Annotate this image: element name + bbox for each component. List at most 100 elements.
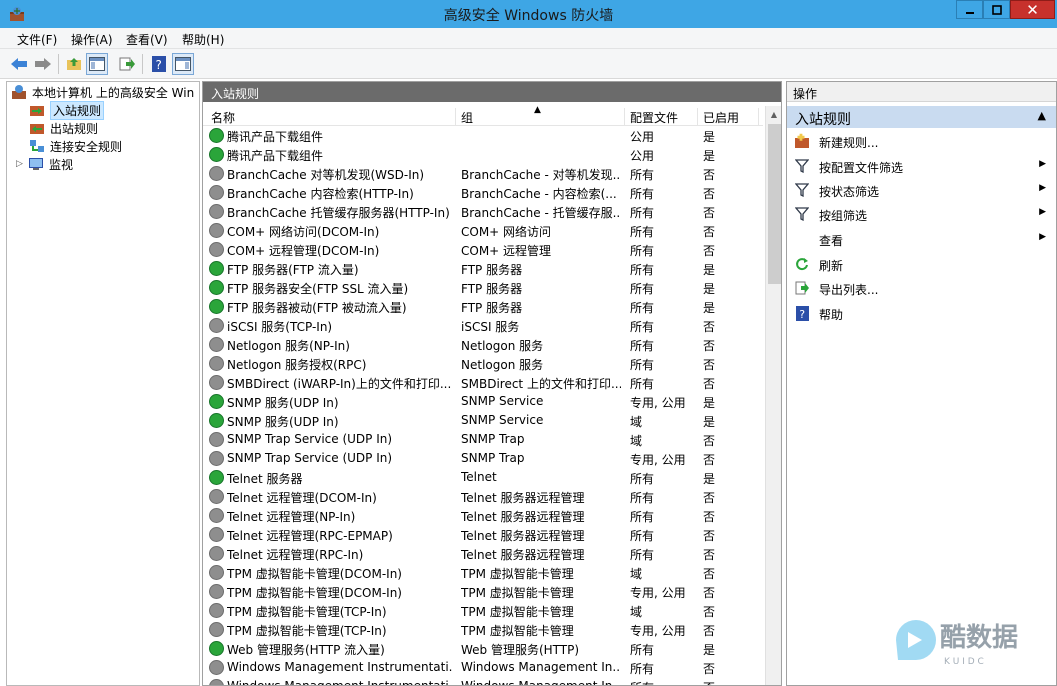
enabled-check-icon — [209, 641, 224, 656]
table-row[interactable]: 腾讯产品下载组件 公用 是 — [203, 145, 763, 164]
table-row[interactable]: SNMP 服务(UDP In) SNMP Service 专用, 公用 是 — [203, 392, 763, 411]
action-item[interactable]: ? 帮助 — [787, 302, 1056, 324]
show-hide-action-pane-button[interactable] — [172, 53, 194, 75]
table-row[interactable]: Windows Management Instrumentati... Windo… — [203, 677, 763, 686]
rule-group-cell: TPM 虚拟智能卡管理 — [461, 624, 574, 638]
table-row[interactable]: Telnet 远程管理(RPC-EPMAP) Telnet 服务器远程管理 所有 否 — [203, 525, 763, 544]
table-row[interactable]: TPM 虚拟智能卡管理(TCP-In) TPM 虚拟智能卡管理 域 否 — [203, 601, 763, 620]
table-row[interactable]: BranchCache 内容检索(HTTP-In) BranchCache - 内… — [203, 183, 763, 202]
actions-pane-title: 操作 — [787, 82, 1056, 102]
menu-help[interactable]: 帮助(H) — [182, 31, 224, 48]
table-row[interactable]: Telnet 服务器 Telnet 所有 是 — [203, 468, 763, 487]
menu-action[interactable]: 操作(A) — [71, 31, 113, 48]
rule-name-cell: Windows Management Instrumentati... — [227, 679, 453, 686]
column-divider[interactable] — [758, 108, 759, 125]
rule-enabled-cell: 是 — [703, 130, 716, 144]
column-divider[interactable] — [624, 108, 625, 125]
rule-enabled-cell: 是 — [703, 643, 716, 657]
tree-item-monitoring[interactable]: ▷ 监视 — [16, 155, 73, 173]
table-row[interactable]: Telnet 远程管理(DCOM-In) Telnet 服务器远程管理 所有 否 — [203, 487, 763, 506]
table-row[interactable]: FTP 服务器被动(FTP 被动流入量) FTP 服务器 所有 是 — [203, 297, 763, 316]
export-toolbar-button[interactable] — [116, 53, 138, 75]
column-header-group[interactable]: 组 — [461, 109, 473, 126]
outbound-rules-icon — [30, 124, 44, 134]
svg-text:?: ? — [799, 308, 805, 321]
rule-group-cell: FTP 服务器 — [461, 282, 523, 296]
rule-name-cell: Web 管理服务(HTTP 流入量) — [227, 643, 385, 657]
show-hide-tree-button[interactable] — [86, 53, 108, 75]
table-row[interactable]: Telnet 远程管理(NP-In) Telnet 服务器远程管理 所有 否 — [203, 506, 763, 525]
table-row[interactable]: BranchCache 对等机发现(WSD-In) BranchCache - 对… — [203, 164, 763, 183]
back-arrow-icon — [11, 58, 27, 70]
rule-group-cell: COM+ 网络访问 — [461, 225, 552, 239]
table-row[interactable]: SNMP Trap Service (UDP In) SNMP Trap 域 否 — [203, 430, 763, 449]
table-row[interactable]: Windows Management Instrumentati... Windo… — [203, 658, 763, 677]
action-item[interactable]: 按配置文件筛选 ▶ — [787, 155, 1056, 177]
action-item[interactable]: 导出列表... — [787, 277, 1056, 299]
up-folder-button[interactable] — [63, 53, 85, 75]
back-button[interactable] — [8, 53, 30, 75]
rule-enabled-cell: 否 — [703, 358, 716, 372]
tree-item-connection-security-rules[interactable]: 连接安全规则 — [29, 137, 122, 155]
maximize-button[interactable] — [983, 0, 1010, 19]
rule-name-cell: SMBDirect (iWARP-In)上的文件和打印... — [227, 377, 452, 391]
table-row[interactable]: FTP 服务器安全(FTP SSL 流入量) FTP 服务器 所有 是 — [203, 278, 763, 297]
actions-section-inbound-rules[interactable]: 入站规则 ▲ — [787, 106, 1056, 128]
action-item[interactable]: 新建规则... — [787, 130, 1056, 152]
table-row[interactable]: Telnet 远程管理(RPC-In) Telnet 服务器远程管理 所有 否 — [203, 544, 763, 563]
close-button[interactable]: ✕ — [1010, 0, 1055, 19]
action-item[interactable]: 查看 ▶ — [787, 228, 1056, 250]
disabled-rule-icon — [209, 223, 224, 238]
action-item[interactable]: 刷新 — [787, 253, 1056, 275]
rule-group-cell: TPM 虚拟智能卡管理 — [461, 605, 574, 619]
rule-name-cell: TPM 虚拟智能卡管理(TCP-In) — [227, 605, 387, 619]
minimize-button[interactable] — [956, 0, 983, 19]
table-row[interactable]: COM+ 网络访问(DCOM-In) COM+ 网络访问 所有 否 — [203, 221, 763, 240]
scrollbar-thumb[interactable] — [768, 124, 781, 284]
collapse-icon[interactable]: ▲ — [1038, 109, 1046, 122]
table-row[interactable]: TPM 虚拟智能卡管理(DCOM-In) TPM 虚拟智能卡管理 专用, 公用 否 — [203, 582, 763, 601]
tree-item-inbound-rules[interactable]: 入站规则 — [29, 100, 105, 120]
table-row[interactable]: Web 管理服务(HTTP 流入量) Web 管理服务(HTTP) 所有 是 — [203, 639, 763, 658]
tree-root[interactable]: 本地计算机 上的高级安全 Win — [11, 83, 194, 101]
rule-enabled-cell: 是 — [703, 149, 716, 163]
enabled-check-icon — [209, 470, 224, 485]
table-row[interactable]: SMBDirect (iWARP-In)上的文件和打印... SMBDirect … — [203, 373, 763, 392]
rule-enabled-cell: 否 — [703, 491, 716, 505]
submenu-arrow-icon: ▶ — [1039, 183, 1046, 193]
column-header-name[interactable]: 名称 — [211, 109, 235, 126]
table-row[interactable]: SNMP 服务(UDP In) SNMP Service 域 是 — [203, 411, 763, 430]
table-row[interactable]: Netlogon 服务(NP-In) Netlogon 服务 所有 否 — [203, 335, 763, 354]
table-row[interactable]: iSCSI 服务(TCP-In) iSCSI 服务 所有 否 — [203, 316, 763, 335]
connection-security-icon — [30, 140, 44, 152]
forward-button[interactable] — [32, 53, 54, 75]
table-row[interactable]: SNMP Trap Service (UDP In) SNMP Trap 专用, 公… — [203, 449, 763, 468]
disabled-rule-icon — [209, 622, 224, 637]
table-row[interactable]: TPM 虚拟智能卡管理(DCOM-In) TPM 虚拟智能卡管理 域 否 — [203, 563, 763, 582]
expand-icon[interactable]: ▷ — [16, 159, 28, 169]
title-bar: 高级安全 Windows 防火墙 ✕ — [0, 0, 1057, 28]
menu-view[interactable]: 查看(V) — [126, 31, 168, 48]
rule-name-cell: COM+ 网络访问(DCOM-In) — [227, 225, 380, 239]
rule-profile-cell: 所有 — [630, 263, 655, 277]
help-toolbar-button[interactable]: ? — [148, 53, 170, 75]
action-label: 按组筛选 — [819, 209, 868, 223]
table-row[interactable]: Netlogon 服务授权(RPC) Netlogon 服务 所有 否 — [203, 354, 763, 373]
table-row[interactable]: TPM 虚拟智能卡管理(TCP-In) TPM 虚拟智能卡管理 专用, 公用 否 — [203, 620, 763, 639]
tree-item-outbound-rules[interactable]: 出站规则 — [29, 119, 98, 137]
scroll-up-icon[interactable]: ▲ — [766, 106, 781, 123]
vertical-scrollbar[interactable]: ▲ — [765, 106, 781, 685]
table-row[interactable]: BranchCache 托管缓存服务器(HTTP-In) BranchCache … — [203, 202, 763, 221]
action-item[interactable]: 按组筛选 ▶ — [787, 203, 1056, 225]
menu-file[interactable]: 文件(F) — [17, 31, 57, 48]
table-row[interactable]: FTP 服务器(FTP 流入量) FTP 服务器 所有 是 — [203, 259, 763, 278]
column-divider[interactable] — [455, 108, 456, 125]
svg-text:?: ? — [156, 58, 162, 72]
column-divider[interactable] — [697, 108, 698, 125]
column-header-enabled[interactable]: 已启用 — [703, 109, 739, 126]
disabled-rule-icon — [209, 489, 224, 504]
column-header-profile[interactable]: 配置文件 — [630, 109, 678, 126]
table-row[interactable]: 腾讯产品下载组件 公用 是 — [203, 126, 763, 145]
table-row[interactable]: COM+ 远程管理(DCOM-In) COM+ 远程管理 所有 否 — [203, 240, 763, 259]
action-item[interactable]: 按状态筛选 ▶ — [787, 179, 1056, 201]
